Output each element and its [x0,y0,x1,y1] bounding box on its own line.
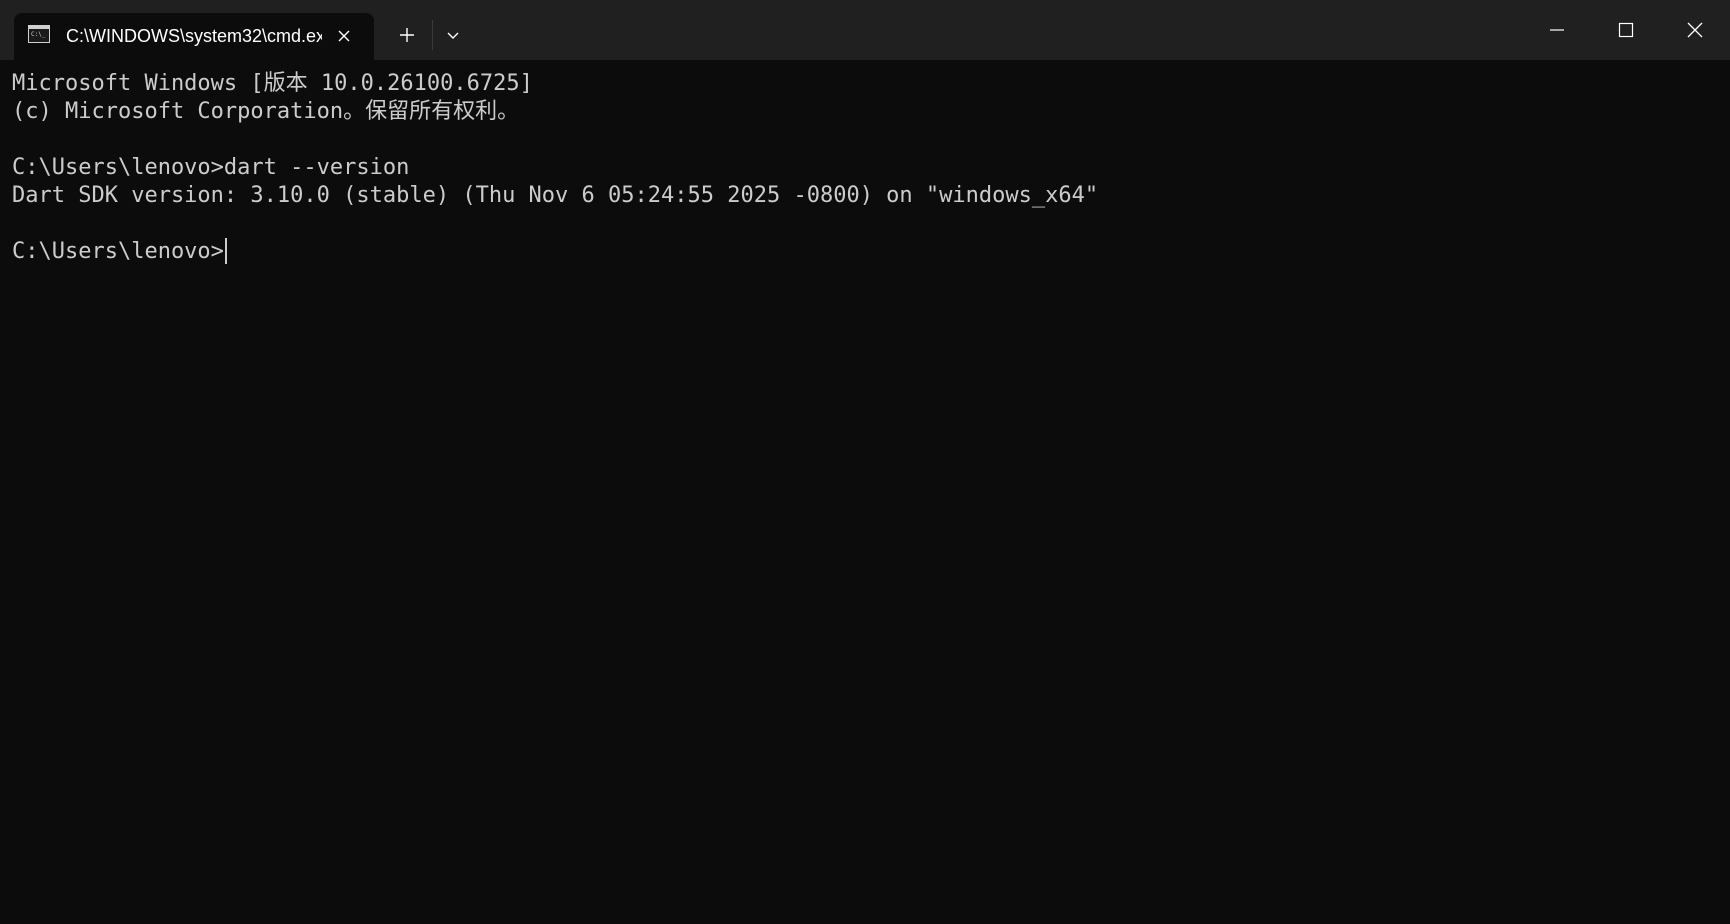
text-cursor [224,238,227,264]
output-line: Microsoft Windows [版本 10.0.26100.6725] [12,71,533,96]
svg-text:C:\_: C:\_ [31,31,46,38]
tab-separator [432,20,433,50]
close-icon[interactable] [1661,0,1729,60]
maximize-icon[interactable] [1592,0,1660,60]
title-bar: C:\_ C:\WINDOWS\system32\cmd.exe [0,0,1730,60]
minimize-icon[interactable] [1523,0,1591,60]
prompt-line[interactable]: C:\Users\lenovo> [12,238,1730,266]
close-tab-icon[interactable] [331,23,357,49]
terminal-icon: C:\_ [28,25,50,43]
tab-cmd[interactable]: C:\_ C:\WINDOWS\system32\cmd.exe [14,13,374,60]
prompt-text: C:\Users\lenovo> [12,239,224,264]
tab-title: C:\WINDOWS\system32\cmd.exe [66,26,322,46]
output-line: (c) Microsoft Corporation。保留所有权利。 [12,99,520,124]
terminal-window: C:\_ C:\WINDOWS\system32\cmd.exe Microso… [0,0,1730,924]
output-line: Dart SDK version: 3.10.0 (stable) (Thu N… [12,183,1099,208]
chevron-down-icon[interactable] [438,20,468,50]
plus-icon[interactable] [392,20,422,50]
terminal-output[interactable]: Microsoft Windows [版本 10.0.26100.6725] (… [0,60,1730,924]
command-line: C:\Users\lenovo>dart --version [12,155,410,180]
